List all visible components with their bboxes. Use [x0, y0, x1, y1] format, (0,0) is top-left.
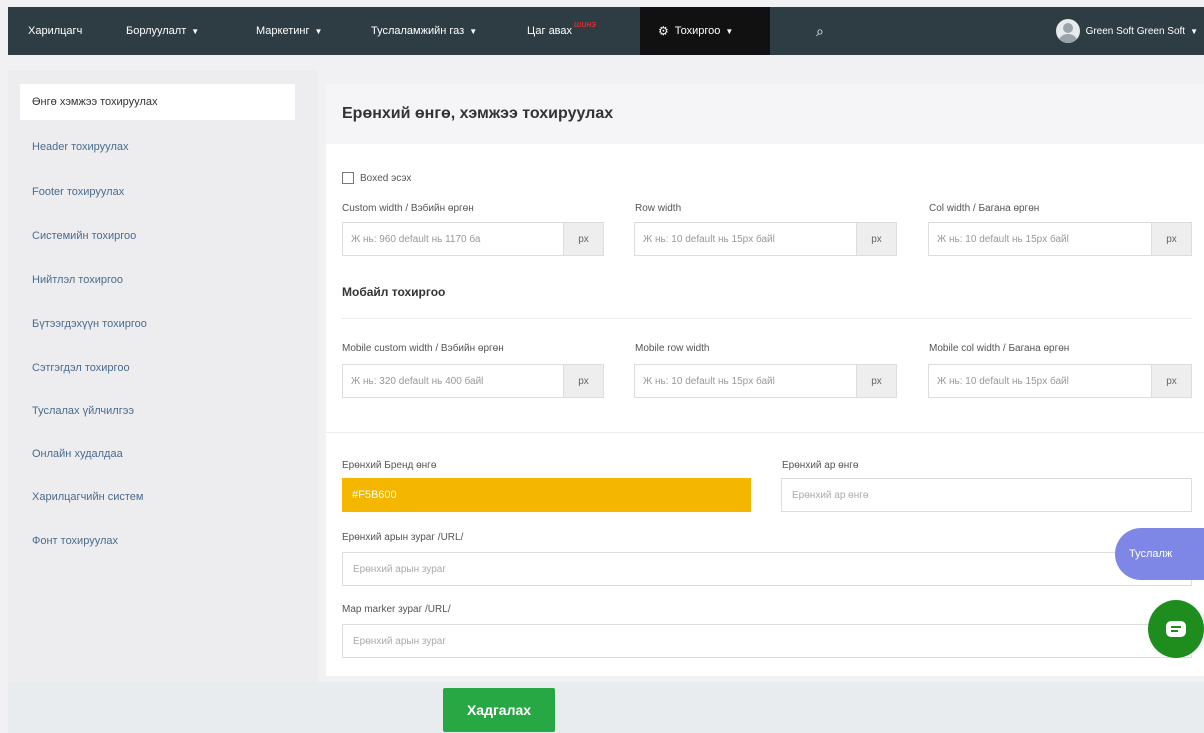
section-divider — [326, 432, 1204, 433]
bg-image-input[interactable]: Ерөнхий арын зураг — [342, 552, 1192, 586]
sidebar-item-products[interactable]: Бүтээгдэхүүн тохиргоо — [20, 306, 295, 342]
sidebar-item-label: Нийтлэл тохиргоо — [32, 274, 123, 286]
sidebar-item-support-service[interactable]: Туслалах үйлчилгээ — [20, 393, 295, 429]
bg-image-label: Ерөнхий арын зураг /URL/ — [342, 532, 464, 543]
sidebar-item-label: Системийн тохиргоо — [32, 230, 137, 242]
mobile-custom-width-label: Mobile custom width / Вэбийн өргөн — [342, 343, 504, 354]
px-unit-addon: px — [563, 223, 603, 255]
row-width-label: Row width — [635, 203, 682, 214]
mobile-custom-width-input-group: Ж нь: 320 default нь 400 байl px — [342, 364, 604, 398]
help-button-label: Туслалж — [1129, 548, 1173, 560]
nav-appointment[interactable]: Цаг авах шинэ — [527, 7, 596, 55]
px-unit-addon: px — [563, 365, 603, 397]
row-width-input-group: Ж нь: 10 default нь 15px байl px — [634, 222, 897, 256]
nav-sales[interactable]: Борлуулалт ▼ — [126, 7, 199, 55]
sidebar-item-crm[interactable]: Харилцагчийн систем — [20, 479, 295, 515]
bg-image-placeholder: Ерөнхий арын зураг — [353, 563, 447, 575]
user-menu[interactable]: Green Soft Green Soft ▼ — [1055, 7, 1198, 55]
mobile-row-width-label: Mobile row width — [635, 343, 710, 354]
help-button[interactable]: Туслалж — [1115, 528, 1204, 580]
sidebar-item-footer[interactable]: Footer тохируулах — [20, 174, 295, 210]
new-badge: шинэ — [574, 19, 596, 29]
sidebar-item-label: Бүтээгдэхүүн тохиргоо — [32, 318, 147, 330]
mobile-row-width-input-group: Ж нь: 10 default нь 15px байl px — [634, 364, 897, 398]
sidebar-item-label: Туслалах үйлчилгээ — [32, 405, 134, 417]
bg-color-input[interactable]: Ерөнхий ар өнгө — [781, 478, 1192, 512]
mobile-section-title: Мобайл тохиргоо — [342, 285, 446, 299]
custom-width-input-group: Ж нь: 960 default нь 1170 ба px — [342, 222, 604, 256]
sidebar-item-header[interactable]: Header тохируулах — [20, 129, 295, 165]
nav-customers-label: Харилцагч — [28, 25, 83, 37]
sidebar-item-comments[interactable]: Сэтгэгдэл тохиргоо — [20, 350, 295, 386]
chat-icon — [1166, 621, 1186, 637]
settings-panel: Ерөнхий өнгө, хэмжээ тохируулах Boxed эс… — [326, 84, 1204, 676]
px-unit-addon: px — [1151, 223, 1191, 255]
custom-width-label: Custom width / Вэбийн өргөн — [342, 203, 474, 214]
avatar — [1055, 19, 1080, 43]
sidebar-item-label: Header тохируулах — [32, 141, 129, 153]
nav-sales-label: Борлуулалт — [126, 25, 187, 37]
col-width-input-group: Ж нь: 10 default нь 15px байl px — [928, 222, 1192, 256]
chevron-down-icon: ▼ — [191, 26, 200, 36]
page-title: Ерөнхий өнгө, хэмжээ тохируулах — [342, 105, 614, 122]
gear-icon: ⚙ — [658, 24, 669, 38]
mobile-col-width-input-group: Ж нь: 10 default нь 15px байl px — [928, 364, 1192, 398]
nav-marketing[interactable]: Маркетинг ▼ — [256, 7, 322, 55]
section-divider — [342, 318, 1192, 319]
nav-support-label: Туслаламжийн газ — [371, 25, 465, 37]
settings-sidebar: Өнгө хэмжээ тохируулах Header тохируулах… — [8, 70, 318, 682]
map-marker-input[interactable]: Ерөнхий арын зураг — [342, 624, 1192, 658]
sidebar-item-color-size[interactable]: Өнгө хэмжээ тохируулах — [20, 84, 295, 120]
search-icon: ⌕ — [816, 22, 824, 39]
px-unit-addon: px — [856, 365, 896, 397]
mobile-row-width-input[interactable]: Ж нь: 10 default нь 15px байl — [635, 365, 856, 397]
chevron-down-icon: ▼ — [469, 26, 478, 36]
nav-support[interactable]: Туслаламжийн газ ▼ — [371, 7, 477, 55]
mobile-custom-width-input[interactable]: Ж нь: 320 default нь 400 байl — [343, 365, 563, 397]
sidebar-item-articles[interactable]: Нийтлэл тохиргоо — [20, 262, 295, 298]
col-width-input[interactable]: Ж нь: 10 default нь 15px байl — [929, 223, 1151, 255]
sidebar-item-online-shop[interactable]: Онлайн худалдаа — [20, 436, 295, 472]
map-marker-placeholder: Ерөнхий арын зураг — [353, 635, 447, 647]
nav-settings[interactable]: ⚙ Тохиргоо ▼ — [640, 7, 770, 55]
nav-marketing-label: Маркетинг — [256, 25, 310, 37]
top-navbar: Харилцагч Борлуулалт ▼ Маркетинг ▼ Тусла… — [8, 7, 1204, 55]
save-button[interactable]: Хадгалах — [443, 688, 555, 732]
chevron-down-icon: ▼ — [314, 26, 323, 36]
nav-customers[interactable]: Харилцагч — [28, 7, 82, 55]
bg-color-label: Ерөнхий ар өнгө — [782, 460, 859, 471]
nav-appointment-label: Цаг авах — [527, 25, 573, 37]
sidebar-item-system[interactable]: Системийн тохиргоо — [20, 218, 295, 254]
sidebar-item-fonts[interactable]: Фонт тохируулах — [20, 523, 295, 559]
panel-header: Ерөнхий өнгө, хэмжээ тохируулах — [326, 84, 1204, 144]
sidebar-item-label: Харилцагчийн систем — [32, 491, 144, 503]
custom-width-input[interactable]: Ж нь: 960 default нь 1170 ба — [343, 223, 563, 255]
sidebar-item-label: Онлайн худалдаа — [32, 448, 123, 460]
nav-settings-label: Тохиргоо — [674, 25, 721, 37]
map-marker-label: Map marker зураг /URL/ — [342, 604, 451, 615]
px-unit-addon: px — [1151, 365, 1191, 397]
col-width-label: Col width / Багана өргөн — [929, 203, 1040, 214]
sidebar-item-label: Фонт тохируулах — [32, 535, 118, 547]
boxed-label: Boxed эсэх — [360, 172, 412, 184]
nav-search-button[interactable]: ⌕ — [816, 7, 824, 55]
mobile-col-width-input[interactable]: Ж нь: 10 default нь 15px байl — [929, 365, 1151, 397]
sidebar-item-label: Өнгө хэмжээ тохируулах — [32, 96, 158, 108]
chat-button[interactable] — [1148, 600, 1204, 658]
brand-color-label: Ерөнхий Бренд өнгө — [342, 460, 437, 471]
bottom-action-bar — [8, 682, 1204, 733]
chevron-down-icon: ▼ — [725, 26, 734, 36]
brand-color-value: #F5B600 — [352, 489, 397, 501]
row-width-input[interactable]: Ж нь: 10 default нь 15px байl — [635, 223, 856, 255]
boxed-checkbox[interactable] — [342, 172, 354, 184]
user-name: Green Soft Green Soft — [1085, 25, 1186, 37]
boxed-checkbox-row[interactable]: Boxed эсэх — [342, 172, 411, 184]
sidebar-item-label: Сэтгэгдэл тохиргоо — [32, 362, 130, 374]
px-unit-addon: px — [856, 223, 896, 255]
sidebar-item-label: Footer тохируулах — [32, 186, 125, 198]
chevron-down-icon: ▼ — [1190, 26, 1198, 36]
mobile-col-width-label: Mobile col width / Багана өргөн — [929, 343, 1070, 354]
bg-color-placeholder: Ерөнхий ар өнгө — [792, 489, 869, 501]
brand-color-input[interactable]: #F5B600 — [342, 478, 751, 512]
